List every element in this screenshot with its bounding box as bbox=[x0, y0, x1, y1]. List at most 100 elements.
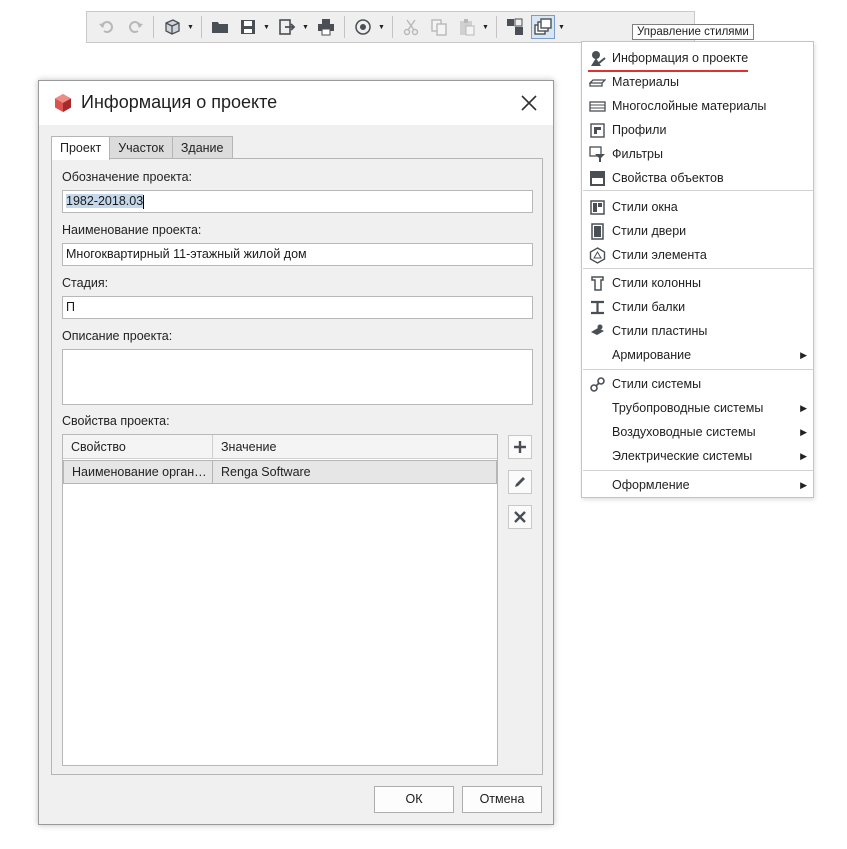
menu-separator bbox=[583, 470, 813, 471]
door-styles-icon bbox=[587, 222, 607, 240]
chevron-down-icon[interactable]: ▼ bbox=[301, 15, 310, 39]
chevron-down-icon[interactable]: ▼ bbox=[262, 15, 271, 39]
window-styles-icon bbox=[587, 198, 607, 216]
project-name-field[interactable]: Многоквартирный 11-этажный жилой дом bbox=[62, 243, 533, 266]
beam-styles-icon bbox=[587, 298, 607, 316]
submenu-arrow-icon: ▶ bbox=[800, 349, 807, 360]
add-property-button[interactable] bbox=[508, 435, 532, 459]
menu-item-pipe-systems[interactable]: Трубопроводные системы ▶ bbox=[582, 396, 813, 420]
submenu-arrow-icon: ▶ bbox=[800, 450, 807, 461]
chevron-down-icon[interactable]: ▼ bbox=[377, 15, 386, 39]
redo-icon[interactable] bbox=[123, 15, 147, 39]
styles-manager-icon[interactable] bbox=[531, 15, 555, 39]
styles-menu: Информация о проекте Материалы Многослой… bbox=[581, 41, 814, 498]
pencil-icon bbox=[515, 477, 525, 487]
menu-item-materials[interactable]: Материалы bbox=[582, 70, 813, 94]
menu-item-profiles[interactable]: Профили bbox=[582, 118, 813, 142]
toolbar-separator bbox=[496, 16, 497, 38]
table-row[interactable]: Наименование организации Renga Software bbox=[63, 460, 497, 484]
menu-item-door-styles[interactable]: Стили двери bbox=[582, 219, 813, 243]
cell-property: Наименование организации bbox=[72, 465, 211, 479]
menu-separator bbox=[583, 369, 813, 370]
menu-item-plate-styles[interactable]: Стили пластины bbox=[582, 319, 813, 343]
menu-item-filters[interactable]: Фильтры bbox=[582, 142, 813, 166]
chevron-down-icon[interactable]: ▼ bbox=[481, 15, 490, 39]
toolbar-separator bbox=[201, 16, 202, 38]
menu-item-layered-materials[interactable]: Многослойные материалы bbox=[582, 94, 813, 118]
properties-label: Свойства проекта: bbox=[62, 414, 170, 428]
save-icon[interactable] bbox=[236, 15, 260, 39]
tab-project[interactable]: Проект bbox=[51, 136, 111, 160]
menu-item-beam-styles[interactable]: Стили балки bbox=[582, 295, 813, 319]
layers-icon[interactable] bbox=[503, 15, 527, 39]
dialog-title: Информация о проекте bbox=[81, 92, 278, 112]
text-caret bbox=[143, 194, 145, 209]
main-toolbar: ▼ ▼ ▼ ▼ ▼ ▼ bbox=[86, 11, 695, 43]
cut-icon[interactable] bbox=[399, 15, 423, 39]
submenu-arrow-icon: ▶ bbox=[800, 402, 807, 413]
copy-icon[interactable] bbox=[427, 15, 451, 39]
object-properties-icon bbox=[587, 169, 607, 187]
layered-materials-icon bbox=[587, 97, 607, 115]
edit-property-button[interactable] bbox=[508, 470, 532, 494]
menu-item-element-styles[interactable]: Стили элемента bbox=[582, 243, 813, 267]
undo-icon[interactable] bbox=[95, 15, 119, 39]
dialog-header: Информация о проекте bbox=[39, 81, 553, 125]
project-info-icon bbox=[587, 49, 607, 67]
chevron-down-icon[interactable]: ▼ bbox=[557, 15, 566, 39]
system-styles-icon bbox=[587, 375, 607, 393]
ok-button[interactable]: ОК bbox=[374, 786, 454, 813]
plate-styles-icon bbox=[587, 322, 607, 340]
menu-separator bbox=[583, 268, 813, 269]
column-header-property[interactable]: Свойство bbox=[63, 435, 211, 459]
plus-icon bbox=[514, 441, 526, 453]
properties-table: Свойство Значение Наименование организац… bbox=[62, 434, 498, 766]
styles-tooltip: Управление стилями bbox=[632, 24, 754, 40]
submenu-arrow-icon: ▶ bbox=[800, 479, 807, 490]
element-styles-icon bbox=[587, 246, 607, 264]
designation-field[interactable]: 1982-2018.03 bbox=[62, 190, 533, 213]
menu-item-system-styles[interactable]: Стили системы bbox=[582, 372, 813, 396]
column-styles-icon bbox=[587, 274, 607, 292]
chevron-down-icon[interactable]: ▼ bbox=[186, 15, 195, 39]
project-name-label: Наименование проекта: bbox=[62, 223, 202, 237]
menu-item-appearance[interactable]: Оформление ▶ bbox=[582, 473, 813, 497]
menu-item-window-styles[interactable]: Стили окна bbox=[582, 195, 813, 219]
menu-item-reinforcement[interactable]: Армирование ▶ bbox=[582, 343, 813, 367]
print-icon[interactable] bbox=[314, 15, 338, 39]
tab-panel-project: Обозначение проекта: 1982-2018.03 Наимен… bbox=[51, 158, 543, 775]
materials-icon bbox=[587, 73, 607, 91]
menu-item-column-styles[interactable]: Стили колонны bbox=[582, 271, 813, 295]
paste-icon[interactable] bbox=[455, 15, 479, 39]
menu-item-electrical-systems[interactable]: Электрические системы ▶ bbox=[582, 444, 813, 468]
cell-value: Renga Software bbox=[221, 465, 311, 479]
project-info-dialog: Информация о проекте Проект Участок Здан… bbox=[38, 80, 554, 825]
menu-item-object-properties[interactable]: Свойства объектов bbox=[582, 166, 813, 190]
submenu-arrow-icon: ▶ bbox=[800, 426, 807, 437]
delete-property-button[interactable] bbox=[508, 505, 532, 529]
stage-label: Стадия: bbox=[62, 276, 109, 290]
toolbar-separator bbox=[392, 16, 393, 38]
delete-icon bbox=[514, 511, 526, 523]
cloud-icon[interactable] bbox=[351, 15, 375, 39]
menu-separator bbox=[583, 190, 813, 191]
renga-logo-icon bbox=[55, 94, 71, 112]
stage-field[interactable]: П bbox=[62, 296, 533, 319]
filters-icon bbox=[587, 145, 607, 163]
menu-item-project-info[interactable]: Информация о проекте bbox=[582, 46, 813, 70]
3d-view-icon[interactable] bbox=[160, 15, 184, 39]
cancel-button[interactable]: Отмена bbox=[462, 786, 542, 813]
designation-label: Обозначение проекта: bbox=[62, 170, 193, 184]
tab-building[interactable]: Здание bbox=[171, 136, 233, 159]
close-icon[interactable] bbox=[517, 91, 541, 115]
tab-site[interactable]: Участок bbox=[109, 136, 173, 159]
menu-item-duct-systems[interactable]: Воздуховодные системы ▶ bbox=[582, 420, 813, 444]
toolbar-separator bbox=[153, 16, 154, 38]
description-label: Описание проекта: bbox=[62, 329, 173, 343]
open-folder-icon[interactable] bbox=[208, 15, 232, 39]
export-icon[interactable] bbox=[275, 15, 299, 39]
toolbar-separator bbox=[344, 16, 345, 38]
description-field[interactable] bbox=[62, 349, 533, 405]
profiles-icon bbox=[587, 121, 607, 139]
column-header-value[interactable]: Значение bbox=[213, 435, 497, 459]
